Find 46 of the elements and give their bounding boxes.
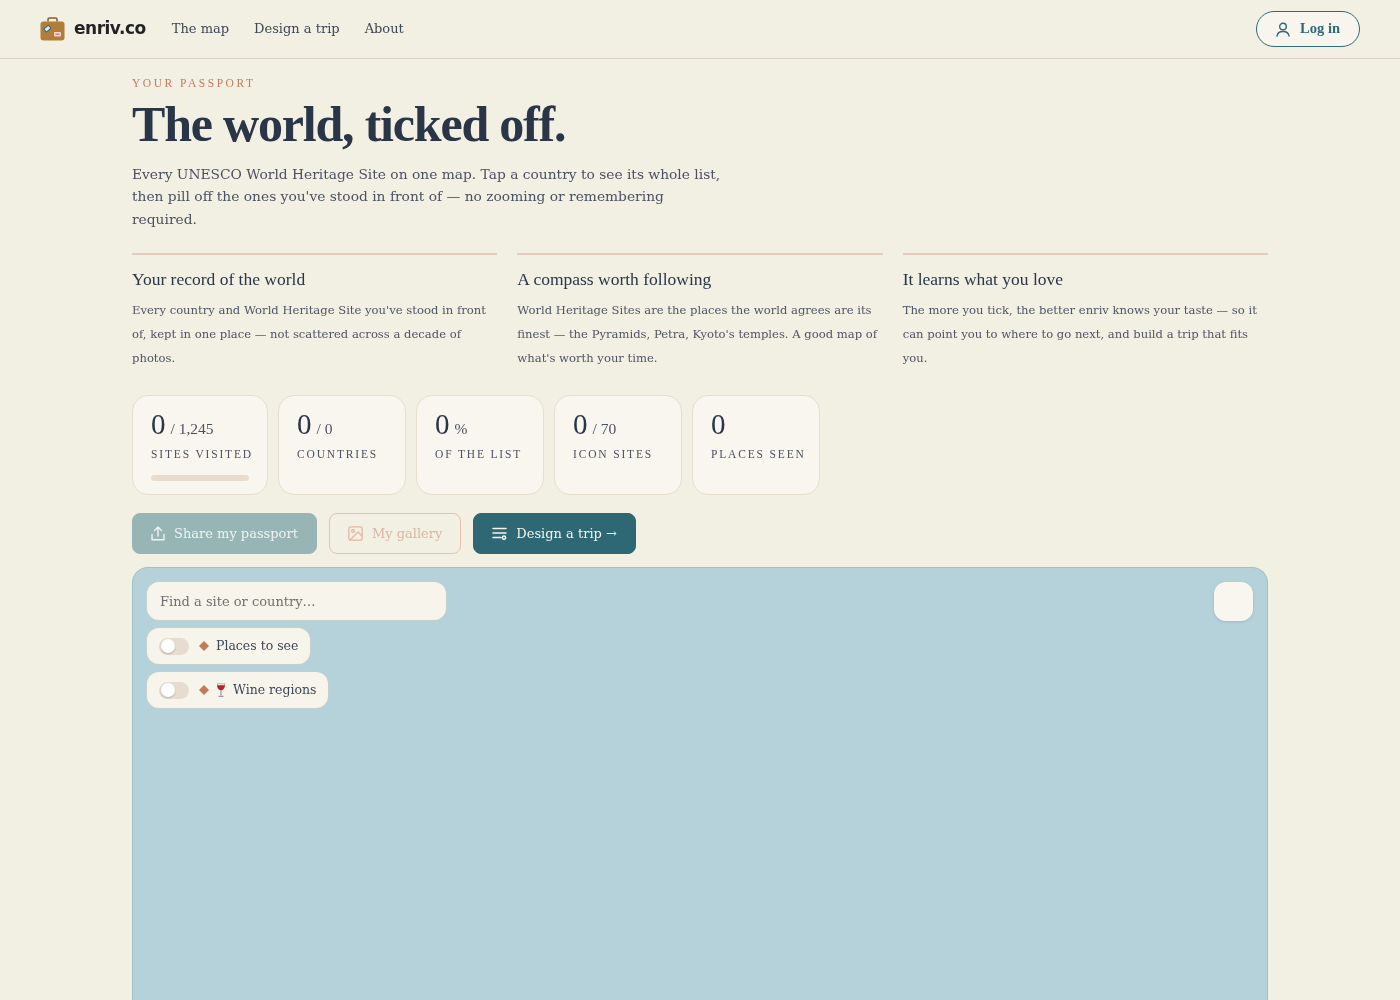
- toggle-switch[interactable]: [159, 681, 189, 699]
- list-settings-icon: [492, 527, 508, 540]
- feature-title: A compass worth following: [517, 268, 713, 290]
- layer-label: Places to see: [216, 636, 299, 655]
- feature-description: Every country and World Heritage Site you've stood in front of, kept in one place — not scattered across a decade of photos.: [132, 302, 487, 367]
- stat-label: COUNTRIES: [297, 447, 380, 462]
- feature-title: It learns what you love: [902, 268, 1065, 290]
- stat-total: / 0: [316, 419, 333, 439]
- nav-link[interactable]: Design a trip: [254, 19, 340, 39]
- feature-description: World Heritage Sites are the places the world agrees are its finest — the Pyramids, Petra, Kyoto's temples. A good map of what's worth your time.: [517, 302, 879, 367]
- feature-title: Your record of the world: [132, 268, 307, 290]
- stat-value: 0: [711, 408, 726, 440]
- user-icon: [1276, 21, 1291, 37]
- nav-link[interactable]: About: [364, 19, 404, 39]
- wine-glass-icon: [216, 683, 226, 697]
- diamond-marker-icon: [199, 641, 209, 651]
- stat-label: PLACES SEEN: [711, 447, 807, 461]
- stat-total: / 70: [592, 419, 617, 439]
- logo-text[interactable]: enriv.co: [74, 16, 146, 42]
- layer-toggle-chip[interactable]: Places to see: [147, 628, 311, 664]
- feature-description: The more you tick, the better enriv knows your taste — so it can point you to where to go next, and build a trip that fits you.: [902, 302, 1258, 367]
- intro-paragraph: Every UNESCO World Heritage Site on one map. Tap a country to see its whole list, then pill off the ones you've stood in front of — no zooming or remembering required.: [132, 164, 722, 229]
- map-control-button[interactable]: [1214, 582, 1253, 621]
- upload-icon: [151, 526, 165, 541]
- stat-label: SITES VISITED: [151, 447, 254, 462]
- stat-label: ICON SITES: [573, 447, 655, 462]
- map-panel[interactable]: Find a site or country… Places to see Wine regions: [132, 567, 1268, 1000]
- stat-value: 0: [151, 408, 166, 440]
- stat-value: 0: [573, 408, 588, 440]
- layer-label: Wine regions: [233, 680, 317, 699]
- login-button[interactable]: Log in: [1256, 11, 1360, 47]
- toggle-switch[interactable]: [159, 637, 189, 655]
- image-icon: [347, 526, 363, 541]
- stat-total: %: [454, 419, 468, 439]
- stat-label: OF THE LIST: [435, 447, 524, 462]
- stat-value: 0: [435, 408, 450, 440]
- suitcase-logo-icon: [40, 17, 65, 41]
- layer-toggle-chip[interactable]: Wine regions: [147, 672, 329, 708]
- diamond-marker-icon: [199, 685, 209, 695]
- search-field[interactable]: Find a site or country…: [147, 582, 446, 620]
- nav-link[interactable]: The map: [171, 19, 230, 39]
- stat-value: 0: [297, 408, 312, 440]
- page-title: The world, ticked off.: [132, 96, 566, 152]
- design-trip-button[interactable]: Design a trip →: [473, 513, 636, 554]
- stat-total: / 1,245: [170, 419, 214, 439]
- eyebrow-text: YOUR PASSPORT: [132, 78, 256, 90]
